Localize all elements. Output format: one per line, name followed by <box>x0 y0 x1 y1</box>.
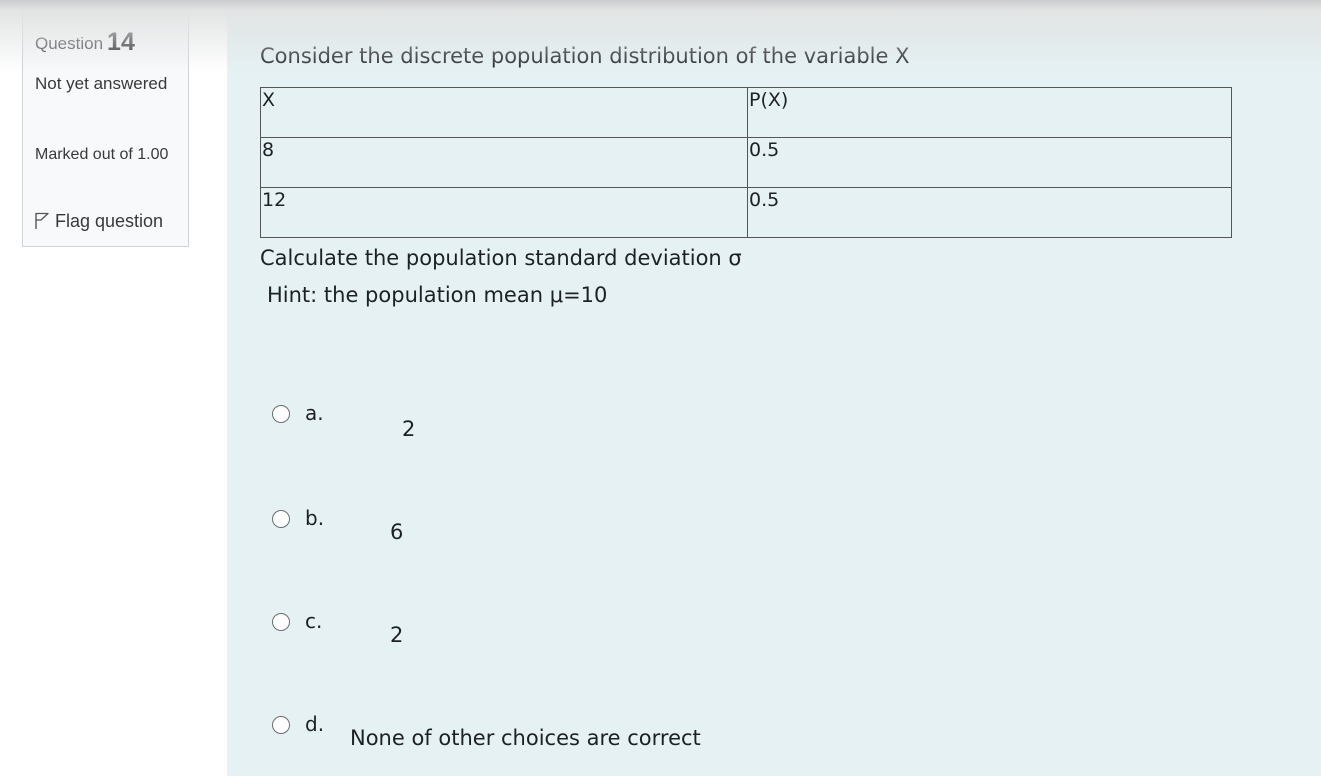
question-instruction: Calculate the population standard deviat… <box>260 246 742 270</box>
table-cell-x: 12 <box>260 187 748 238</box>
table-cell-px: 0.5 <box>747 137 1232 188</box>
question-label-text: Question <box>35 34 104 53</box>
radio-button-d[interactable] <box>272 716 290 734</box>
table-cell-x: 8 <box>260 137 748 188</box>
table-header-x: X <box>260 87 748 138</box>
distribution-table: X P(X) 8 0.5 12 0.5 <box>260 87 1232 238</box>
option-letter: a. <box>305 401 324 425</box>
option-value: None of other choices are correct <box>350 726 701 750</box>
option-value: 2 <box>402 417 416 441</box>
question-number-label: Question 14 <box>35 27 135 56</box>
table-header-px: P(X) <box>747 87 1232 138</box>
radio-button-b[interactable] <box>272 510 290 528</box>
flag-icon <box>35 212 49 229</box>
table-row: 8 0.5 <box>260 137 1232 188</box>
option-letter: b. <box>305 506 325 530</box>
question-number: 14 <box>107 28 135 56</box>
option-letter: c. <box>305 609 323 633</box>
table-row: 12 0.5 <box>260 187 1232 238</box>
flag-question-label: Flag question <box>55 211 164 231</box>
question-state: Not yet answered <box>35 74 168 93</box>
radio-button-a[interactable] <box>272 405 290 423</box>
question-content: Consider the discrete population distrib… <box>227 8 1321 776</box>
question-info-panel: Question 14 Not yet answered Marked out o… <box>22 8 189 247</box>
question-grade: Marked out of 1.00 <box>35 146 169 163</box>
table-cell-px: 0.5 <box>747 187 1232 238</box>
table-header-row: X P(X) <box>260 87 1232 138</box>
radio-button-c[interactable] <box>272 613 290 631</box>
flag-question-link[interactable]: Flag question <box>35 211 163 232</box>
option-letter: d. <box>305 712 325 736</box>
option-value: 2 <box>390 623 404 647</box>
question-hint: Hint: the population mean μ=10 <box>267 283 608 307</box>
option-value: 6 <box>390 520 404 544</box>
question-text: Consider the discrete population distrib… <box>260 44 910 68</box>
